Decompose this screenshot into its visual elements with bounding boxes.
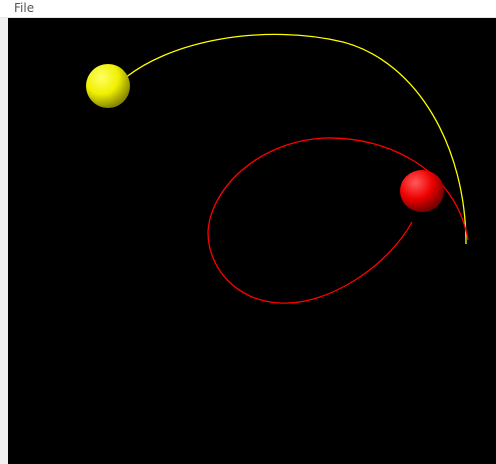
red-sphere [400, 170, 444, 212]
menu-bar: File [0, 0, 496, 18]
orbit-scene [86, 33, 469, 304]
red-orbit-trail [207, 137, 469, 304]
yellow-sphere [86, 64, 130, 108]
window-left-border [0, 18, 8, 464]
simulation-canvas[interactable] [8, 18, 496, 464]
app-window: File [0, 0, 496, 464]
menu-file[interactable]: File [14, 1, 34, 16]
yellow-orbit-trail [117, 33, 467, 245]
